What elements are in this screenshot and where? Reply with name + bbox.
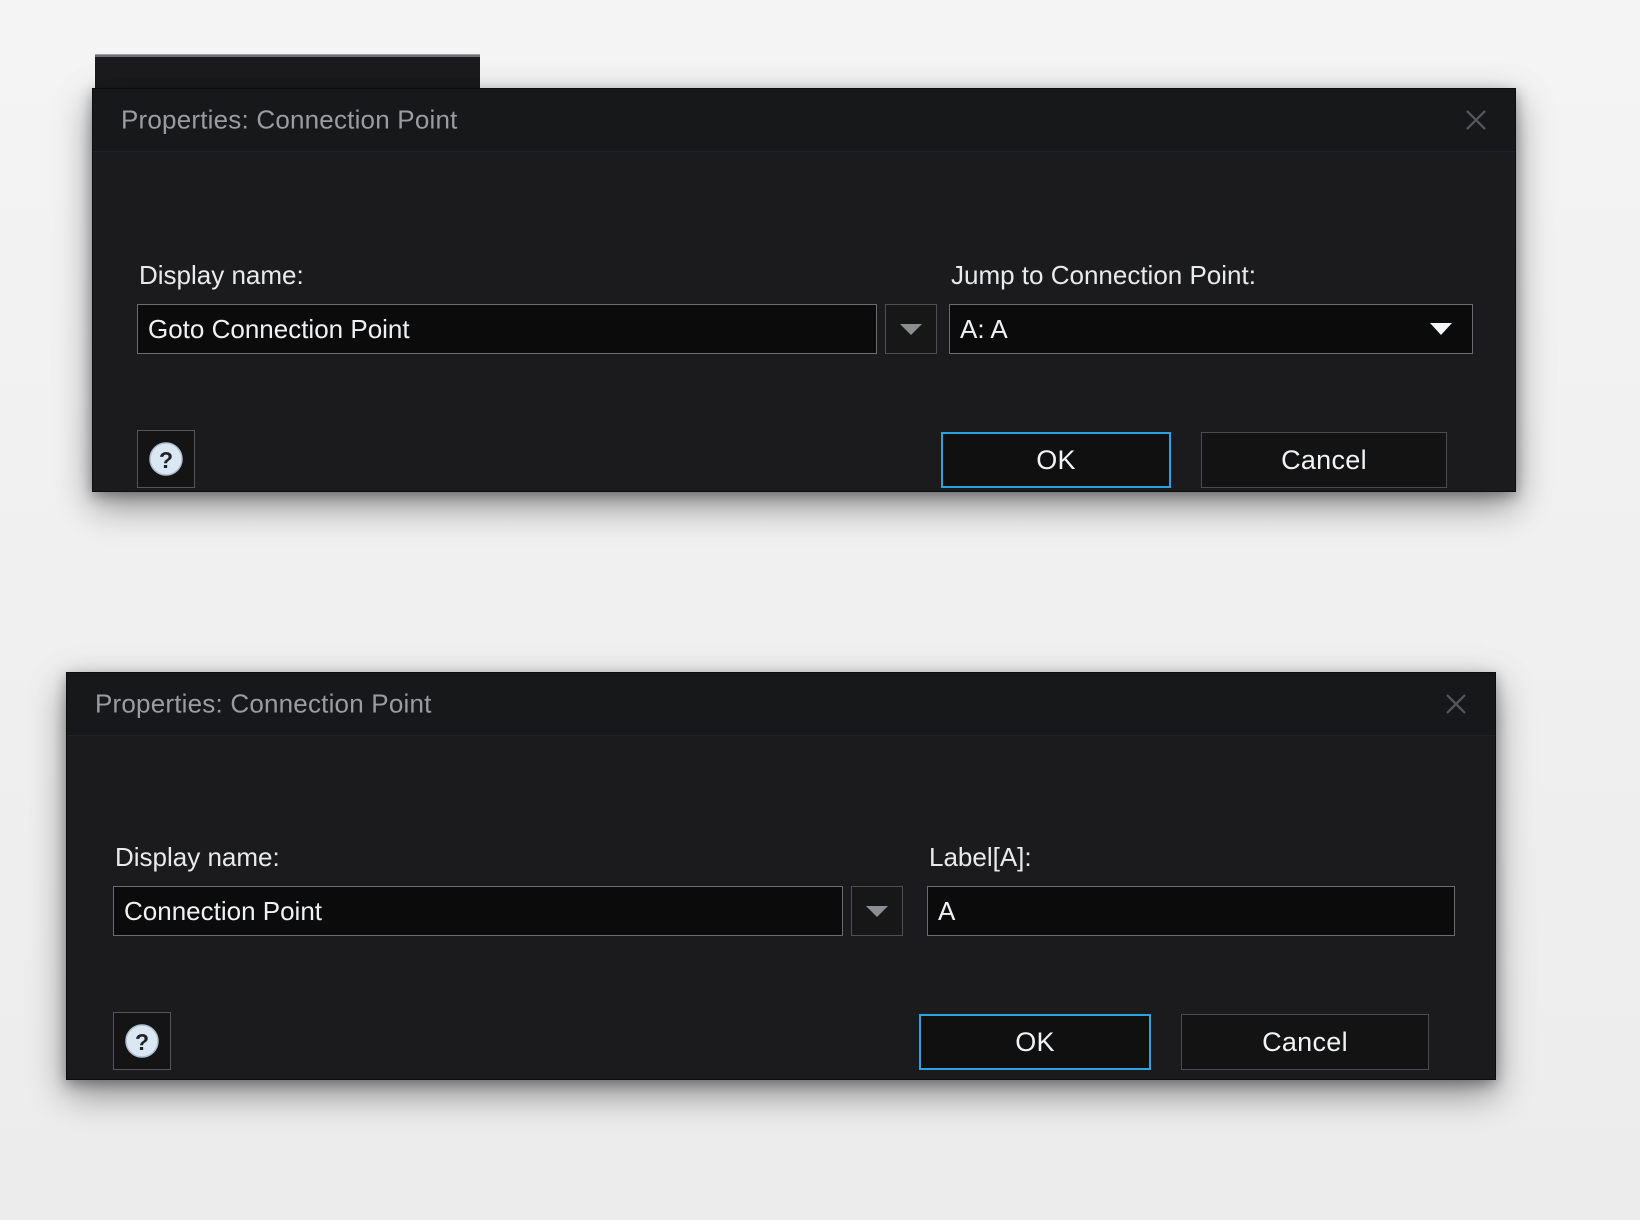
ok-button[interactable]: OK <box>941 432 1171 488</box>
dialog-title: Properties: Connection Point <box>95 688 432 719</box>
jump-to-connection-point-select[interactable]: A: A <box>949 304 1473 354</box>
display-name-dropdown-button[interactable] <box>885 304 937 354</box>
jump-to-connection-point-label: Jump to Connection Point: <box>951 260 1256 290</box>
properties-dialog-connection-point: Properties: Connection Point Display nam… <box>66 672 1496 1080</box>
help-circle-icon: ? <box>125 1024 159 1058</box>
help-button[interactable]: ? <box>113 1012 171 1070</box>
dialog-titlebar: Properties: Connection Point <box>67 673 1495 736</box>
dialog-titlebar: Properties: Connection Point <box>93 89 1515 152</box>
properties-dialog-goto-connection-point: Properties: Connection Point Display nam… <box>92 88 1516 492</box>
svg-text:?: ? <box>135 1029 149 1055</box>
cancel-button[interactable]: Cancel <box>1181 1014 1429 1070</box>
help-circle-icon: ? <box>149 442 183 476</box>
label-input[interactable]: A <box>927 886 1455 936</box>
close-icon[interactable] <box>1439 687 1473 721</box>
help-button[interactable]: ? <box>137 430 195 488</box>
ok-button[interactable]: OK <box>919 1014 1151 1070</box>
chevron-down-icon <box>1430 323 1452 335</box>
svg-text:?: ? <box>159 447 173 473</box>
display-name-dropdown-button[interactable] <box>851 886 903 936</box>
display-name-label: Display name: <box>139 260 304 290</box>
jump-to-connection-point-dropdown-arrow[interactable] <box>1415 304 1467 354</box>
label-field-label: Label[A]: <box>929 842 1032 872</box>
cancel-button[interactable]: Cancel <box>1201 432 1447 488</box>
display-name-label: Display name: <box>115 842 280 872</box>
close-icon[interactable] <box>1459 103 1493 137</box>
display-name-input[interactable]: Connection Point <box>113 886 843 936</box>
chevron-down-icon <box>900 323 922 335</box>
chevron-down-icon <box>866 905 888 917</box>
dialog-title: Properties: Connection Point <box>121 104 458 135</box>
display-name-input[interactable]: Goto Connection Point <box>137 304 877 354</box>
